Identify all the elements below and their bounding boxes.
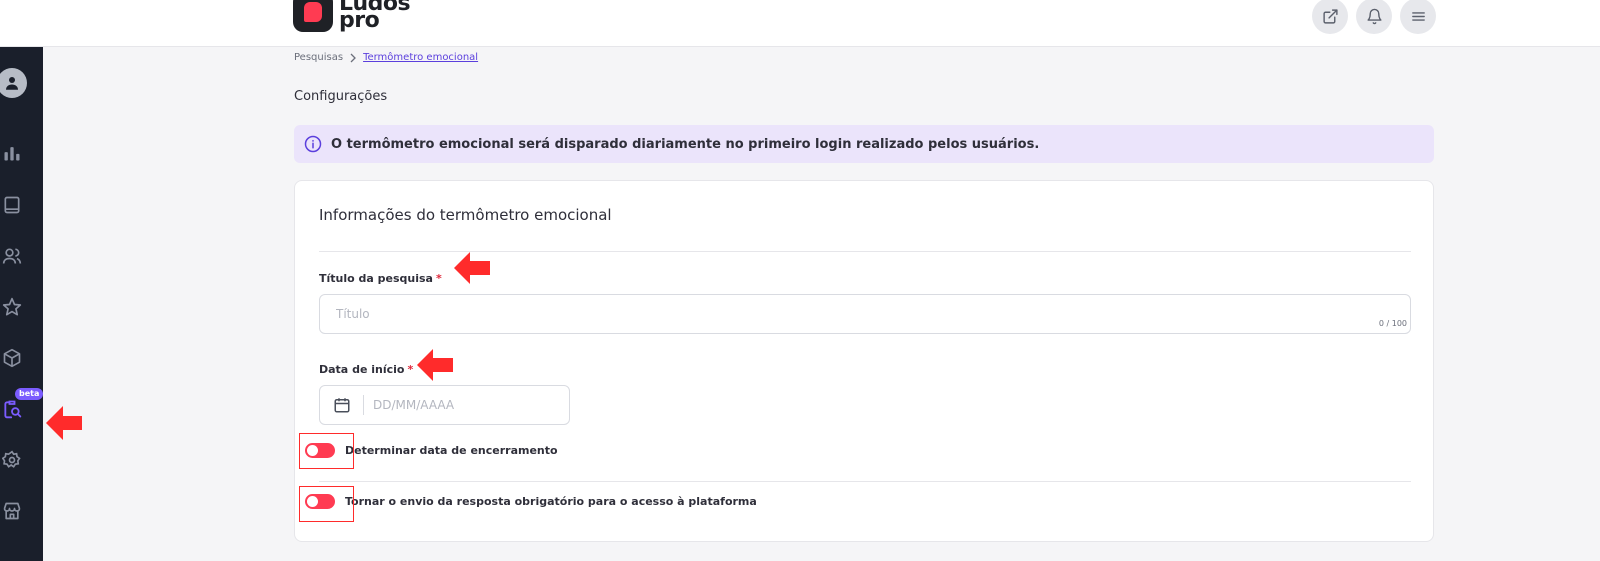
sidebar-item-users[interactable] (0, 244, 24, 268)
logo[interactable]: Ludos pro (293, 0, 411, 32)
info-banner: O termômetro emocional será disparado di… (294, 125, 1434, 163)
sidebar: beta (0, 47, 44, 561)
book-icon (4, 196, 20, 214)
sidebar-item-store[interactable] (0, 499, 24, 523)
chevron-right-icon (350, 53, 356, 62)
beta-badge: beta (15, 388, 44, 400)
external-link-icon (1322, 8, 1338, 24)
menu-button[interactable] (1400, 0, 1436, 34)
annotation-highlight-box (299, 486, 354, 522)
section-title: Informações do termômetro emocional (319, 206, 612, 224)
sidebar-item-products[interactable] (0, 346, 24, 370)
start-date-label: Data de início * (319, 363, 413, 376)
info-banner-text: O termômetro emocional será disparado di… (331, 136, 1040, 152)
avatar[interactable] (0, 68, 27, 98)
title-field-label: Título da pesquisa * (319, 272, 442, 285)
settings-card: Informações do termômetro emocional Títu… (294, 180, 1434, 542)
notifications-button[interactable] (1356, 0, 1392, 34)
star-icon (2, 297, 22, 316)
required-mark: * (407, 363, 414, 376)
breadcrumb: Pesquisas Termômetro emocional (294, 52, 478, 63)
users-icon (2, 248, 22, 264)
annotation-arrow-icon (46, 406, 82, 440)
start-date-field[interactable] (319, 385, 570, 425)
page-title: Configurações (294, 89, 388, 104)
start-date-input[interactable] (364, 398, 554, 412)
breadcrumb-current[interactable]: Termômetro emocional (363, 52, 478, 63)
sidebar-item-reports[interactable] (0, 141, 24, 165)
box-icon (3, 348, 21, 368)
logo-mark-icon (293, 0, 333, 32)
annotation-highlight-box (299, 433, 354, 469)
store-icon (3, 502, 21, 520)
required-mark: * (435, 272, 442, 285)
survey-search-icon (4, 400, 22, 419)
mandatory-response-toggle-label: Tornar o envio da resposta obrigatório p… (345, 495, 757, 508)
sidebar-item-favorites[interactable] (0, 295, 24, 319)
header-actions (1312, 0, 1436, 34)
top-header: Ludos pro (0, 0, 1600, 47)
end-date-toggle-label: Determinar data de encerramento (345, 444, 558, 457)
calendar-icon (334, 398, 349, 413)
user-icon (6, 77, 18, 90)
bell-icon (1366, 8, 1382, 24)
sidebar-item-surveys[interactable] (0, 397, 24, 421)
external-link-button[interactable] (1312, 0, 1348, 34)
calendar-button[interactable] (320, 395, 364, 415)
bar-chart-icon (4, 147, 20, 161)
gear-icon (2, 450, 21, 468)
annotation-arrow-icon (454, 252, 490, 284)
title-field-label-text: Título da pesquisa (319, 272, 433, 285)
breadcrumb-parent[interactable]: Pesquisas (294, 52, 343, 63)
survey-title-input[interactable] (319, 294, 1411, 334)
divider (319, 481, 1411, 482)
mandatory-response-toggle-row: Tornar o envio da resposta obrigatório p… (305, 494, 757, 509)
sidebar-item-settings[interactable] (0, 448, 24, 472)
start-date-label-text: Data de início (319, 363, 405, 376)
char-counter: 0 / 100 (1378, 319, 1407, 328)
sidebar-item-courses[interactable] (0, 193, 24, 217)
info-icon (304, 135, 322, 153)
annotation-arrow-icon (417, 349, 453, 381)
menu-icon (1411, 11, 1425, 21)
